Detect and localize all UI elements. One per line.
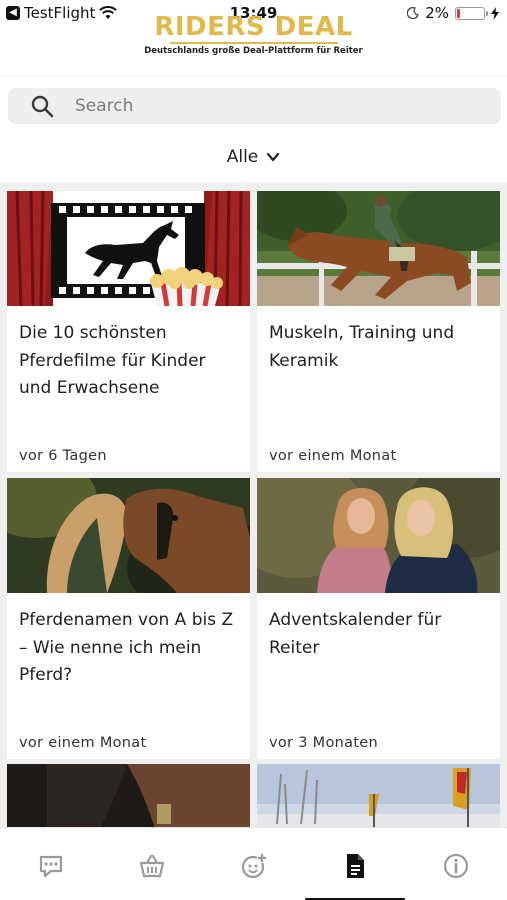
article-date: vor 6 Tagen	[19, 448, 107, 464]
face-plus-icon	[241, 853, 267, 879]
search-input[interactable]	[75, 96, 435, 116]
tab-shop[interactable]	[136, 850, 168, 882]
header-divider	[0, 76, 507, 77]
category-filter[interactable]: Alle	[0, 147, 507, 167]
tab-info[interactable]	[440, 850, 472, 882]
chevron-down-icon	[267, 152, 280, 162]
brand-logo: RIDERS DEAL	[154, 12, 353, 42]
filter-label: Alle	[226, 147, 259, 167]
article-image-two-women	[257, 478, 500, 593]
article-card[interactable]	[7, 764, 250, 827]
bottom-tab-bar	[0, 827, 507, 900]
search-icon	[31, 95, 54, 118]
article-date: vor einem Monat	[269, 448, 397, 464]
document-icon	[347, 854, 364, 878]
article-title: Die 10 schönsten Pferdefilme für Kinder …	[19, 323, 206, 398]
article-title: Pferdenamen von A bis Z – Wie nenne ich …	[19, 610, 234, 685]
article-image-horse-movies	[7, 191, 250, 306]
search-bar[interactable]	[8, 88, 501, 124]
article-card[interactable]: Pferdenamen von A bis Z – Wie nenne ich …	[7, 478, 250, 759]
tab-profile[interactable]	[238, 850, 270, 882]
tab-chat[interactable]	[35, 850, 67, 882]
info-icon	[443, 853, 469, 879]
basket-icon	[139, 854, 165, 878]
article-image-saddle	[7, 764, 250, 827]
article-card[interactable]: Muskeln, Training und Keramik vor einem …	[257, 191, 500, 472]
article-image-jumping-rider	[257, 191, 500, 306]
brand-header: RIDERS DEAL Deutschlands große Deal-Plat…	[0, 12, 507, 56]
brand-underline	[169, 42, 338, 44]
article-title: Adventskalender für Reiter	[269, 610, 442, 658]
article-image-arena-flags	[257, 764, 500, 827]
article-date: vor 3 Monaten	[269, 735, 379, 751]
article-title: Muskeln, Training und Keramik	[269, 323, 455, 371]
chat-icon	[39, 855, 63, 878]
article-grid: Die 10 schönsten Pferdefilme für Kinder …	[0, 182, 507, 827]
article-card[interactable]: Adventskalender für Reiter vor 3 Monaten	[257, 478, 500, 759]
article-image-girl-with-horse	[7, 478, 250, 593]
brand-tagline: Deutschlands große Deal-Plattform für Re…	[144, 46, 363, 56]
tab-articles[interactable]	[339, 850, 371, 882]
article-card[interactable]: Die 10 schönsten Pferdefilme für Kinder …	[7, 191, 250, 472]
article-date: vor einem Monat	[19, 735, 147, 751]
article-card[interactable]	[257, 764, 500, 827]
